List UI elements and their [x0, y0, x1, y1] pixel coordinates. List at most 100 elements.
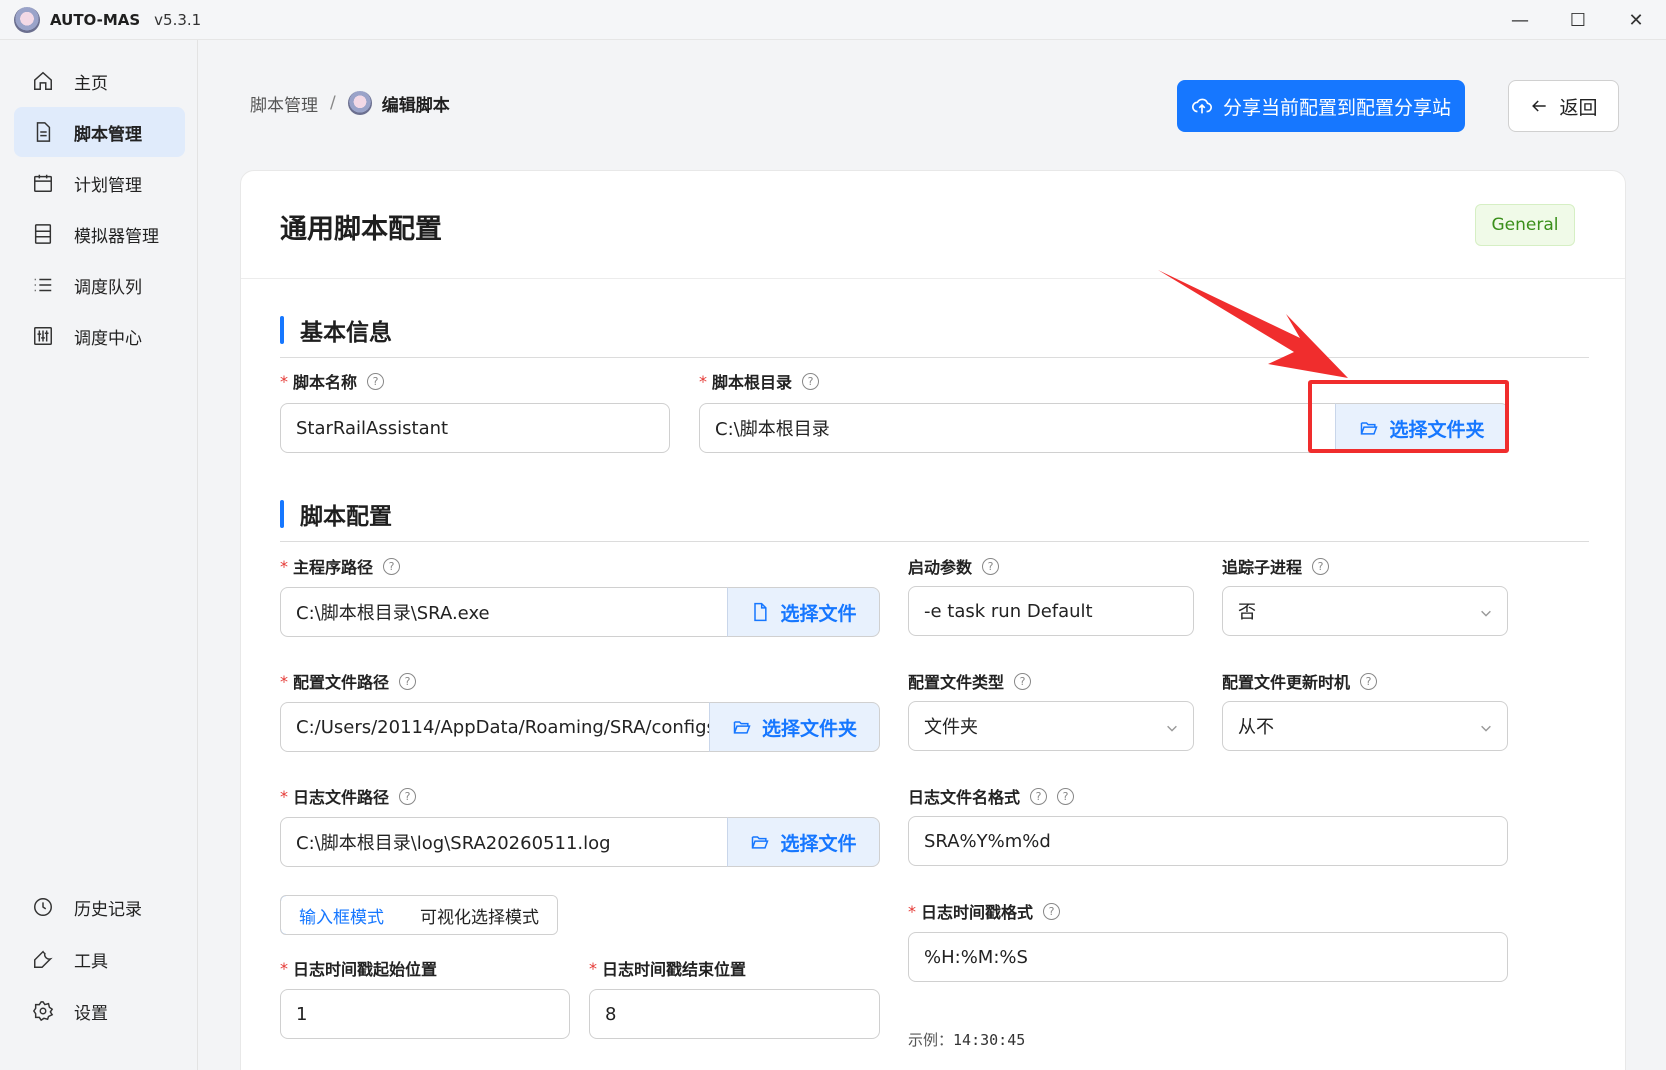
exe-path-input[interactable]: C:\脚本根目录\SRA.exe: [280, 587, 732, 637]
chevron-down-icon: [1479, 604, 1493, 618]
sidebar-item-label: 脚本管理: [74, 124, 142, 145]
log-name-format-input[interactable]: SRA%Y%m%d: [908, 816, 1508, 866]
config-path-input[interactable]: C:/Users/20114/AppData/Roaming/SRA/confi…: [280, 702, 714, 752]
annotation-highlight-box: [1308, 380, 1509, 453]
help-icon[interactable]: ?: [383, 557, 401, 575]
calendar-icon: [32, 172, 54, 194]
sidebar: 主页 脚本管理 计划管理 模拟器管理 调度队列 调度中心 历史记录 工具 设置: [0, 40, 198, 1070]
log-path-label: * 日志文件路径?: [280, 784, 417, 808]
timestamp-format-input[interactable]: %H:%M:%S: [908, 932, 1508, 982]
timestamp-end-label: * 日志时间戳结束位置: [589, 958, 747, 980]
config-type-value: 文件夹: [924, 717, 978, 738]
app-name: AUTO-MAS: [50, 10, 141, 29]
select-file-label: 选择文件: [780, 832, 857, 855]
script-root-label: * 脚本根目录?: [699, 369, 820, 393]
timestamp-format-label: * 日志时间戳格式?: [908, 899, 1061, 923]
select-exe-button[interactable]: 选择文件: [727, 587, 880, 637]
mode-input-button[interactable]: 输入框模式: [281, 896, 403, 934]
minimize-icon: —: [1511, 9, 1529, 31]
help-icon[interactable]: ?: [1030, 787, 1048, 805]
launch-args-input[interactable]: -e task run Default: [908, 586, 1194, 636]
control-icon: [32, 325, 54, 347]
sidebar-item-queue[interactable]: 调度队列: [14, 260, 185, 310]
breadcrumb-current: 编辑脚本: [381, 95, 450, 116]
timestamp-start-input[interactable]: 1: [280, 989, 570, 1039]
mode-visual-button[interactable]: 可视化选择模式: [402, 896, 557, 934]
app-logo: [14, 6, 40, 33]
sidebar-item-tools[interactable]: 工具: [14, 934, 185, 984]
maximize-button[interactable]: ☐: [1549, 0, 1607, 40]
sidebar-item-home[interactable]: 主页: [14, 56, 185, 106]
section-config-title: 脚本配置: [280, 499, 392, 530]
list-icon: [32, 274, 54, 296]
arrow-left-icon: [1532, 100, 1547, 112]
select-file-label: 选择文件: [780, 602, 857, 625]
help-icon[interactable]: ?: [802, 372, 820, 390]
config-path-label: * 配置文件路径?: [280, 669, 417, 693]
server-icon: [32, 223, 54, 245]
config-type-label: 配置文件类型?: [908, 669, 1032, 693]
help-icon[interactable]: ?: [1014, 672, 1032, 690]
config-update-select[interactable]: 从不: [1222, 701, 1508, 751]
config-update-label: 配置文件更新时机?: [1222, 669, 1378, 693]
timestamp-example: 示例：14:30:45: [908, 1031, 1026, 1049]
track-subprocess-label: 追踪子进程?: [1222, 554, 1330, 578]
card-title: 通用脚本配置: [280, 214, 442, 245]
sidebar-item-label: 调度中心: [74, 328, 142, 349]
log-path-input[interactable]: C:\脚本根目录\log\SRA20260511.log: [280, 817, 732, 867]
close-icon: ✕: [1628, 9, 1644, 31]
help-icon[interactable]: ?: [1360, 672, 1378, 690]
section-divider: [280, 357, 1589, 358]
help-icon[interactable]: ?: [367, 372, 385, 390]
title-bar: AUTO-MAS v5.3.1 — ☐ ✕: [0, 0, 1666, 40]
history-icon: [32, 896, 54, 918]
sidebar-item-label: 历史记录: [74, 899, 142, 920]
sidebar-item-label: 主页: [74, 73, 108, 94]
select-folder-label: 选择文件夹: [761, 717, 857, 740]
timestamp-end-input[interactable]: 8: [589, 989, 880, 1039]
sidebar-item-label: 计划管理: [74, 175, 142, 196]
timestamp-start-label: * 日志时间戳起始位置: [280, 958, 438, 980]
sidebar-item-dispatch[interactable]: 调度中心: [14, 311, 185, 361]
sidebar-item-plans[interactable]: 计划管理: [14, 158, 185, 208]
config-update-value: 从不: [1238, 717, 1274, 738]
sidebar-item-emulators[interactable]: 模拟器管理: [14, 209, 185, 259]
file-icon: [32, 121, 54, 143]
script-logo-icon: [347, 91, 372, 115]
close-button[interactable]: ✕: [1607, 0, 1665, 40]
sidebar-item-scripts[interactable]: 脚本管理: [14, 107, 185, 157]
select-config-folder-button[interactable]: 选择文件夹: [709, 702, 880, 752]
help-icon[interactable]: ?: [1312, 557, 1330, 575]
cloud-upload-icon: [1192, 98, 1212, 114]
help-icon[interactable]: ?: [399, 672, 417, 690]
minimize-button[interactable]: —: [1491, 0, 1549, 40]
script-name-label: * 脚本名称?: [280, 369, 385, 393]
sidebar-item-label: 设置: [74, 1003, 108, 1024]
launch-args-label: 启动参数?: [908, 554, 1000, 578]
breadcrumb-root[interactable]: 脚本管理: [250, 91, 318, 116]
script-name-input[interactable]: StarRailAssistant: [280, 403, 670, 453]
breadcrumb-separator: /: [330, 93, 336, 113]
track-subprocess-value: 否: [1238, 602, 1256, 623]
config-type-select[interactable]: 文件夹: [908, 701, 1194, 751]
help-icon[interactable]: ?: [1057, 787, 1075, 805]
file-icon: [754, 602, 768, 622]
wrench-icon: [32, 948, 54, 970]
timestamp-mode-toggle: 输入框模式 可视化选择模式: [280, 895, 558, 935]
share-config-label: 分享当前配置到配置分享站: [1222, 96, 1451, 119]
help-icon[interactable]: ?: [399, 787, 417, 805]
section-divider: [280, 541, 1589, 542]
sidebar-item-settings[interactable]: 设置: [14, 986, 185, 1036]
annotation-arrow: [1158, 270, 1348, 378]
back-button[interactable]: 返回: [1508, 80, 1619, 132]
script-root-input[interactable]: C:\脚本根目录: [699, 403, 1339, 453]
track-subprocess-select[interactable]: 否: [1222, 586, 1508, 636]
sidebar-item-history[interactable]: 历史记录: [14, 882, 185, 932]
help-icon[interactable]: ?: [982, 557, 1000, 575]
sidebar-item-label: 调度队列: [74, 277, 142, 298]
exe-path-label: * 主程序路径?: [280, 554, 401, 578]
card-header: 通用脚本配置 General: [241, 171, 1625, 279]
help-icon[interactable]: ?: [1043, 902, 1061, 920]
share-config-button[interactable]: 分享当前配置到配置分享站: [1177, 80, 1465, 132]
select-log-file-button[interactable]: 选择文件: [727, 817, 880, 867]
